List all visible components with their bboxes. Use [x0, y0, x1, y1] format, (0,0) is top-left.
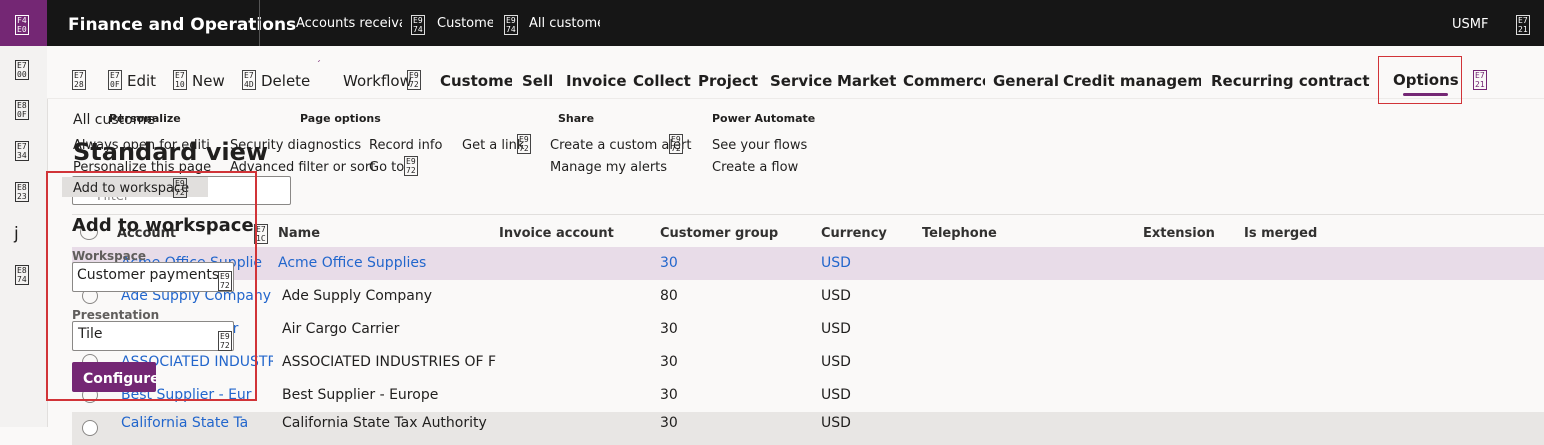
workspaces-icon[interactable]: E8 23 [15, 182, 29, 202]
chevron-down-icon: E9 72 [407, 70, 421, 90]
modules-icon[interactable]: E8 74 [15, 265, 29, 285]
app-launcher-button[interactable]: F4 E0 [0, 0, 47, 46]
customer-group-cell: 30 [660, 321, 678, 337]
chevron-right-icon: E9 74 [411, 15, 425, 35]
tab-credit-management[interactable]: Credit manageme [1063, 72, 1201, 90]
go-to-button[interactable]: Go to [369, 160, 404, 175]
tab-sell[interactable]: Sell [522, 72, 553, 90]
column-header-telephone[interactable]: Telephone [922, 226, 997, 241]
divider [259, 0, 260, 46]
selected-tab-indicator [1403, 93, 1448, 96]
table-row[interactable]: Best Supplier - Eur Best Supplier - Euro… [72, 379, 1544, 412]
customer-group-cell: 30 [660, 415, 678, 431]
chevron-down-icon: E9 72 [404, 156, 418, 176]
column-header-customer-group[interactable]: Customer group [660, 226, 778, 241]
customer-group-cell: 80 [660, 288, 678, 304]
new-icon: E7 10 [173, 70, 187, 90]
account-link[interactable]: California State Ta [121, 415, 251, 431]
app-title[interactable]: Finance and Operations [68, 15, 296, 35]
name-cell: California State Tax Authority [282, 415, 487, 431]
currency-cell: USD [821, 288, 851, 304]
chevron-down-icon: E9 72 [517, 134, 531, 154]
record-info-button[interactable]: Record info [369, 138, 442, 153]
search-icon[interactable]: E7 21 [1473, 70, 1487, 90]
settings-icon[interactable]: E7 21 [1516, 15, 1530, 35]
top-bar: F4 E0 Finance and Operations Accounts rec… [0, 0, 1544, 46]
column-header-currency[interactable]: Currency [821, 226, 887, 241]
group-page-options: Page options [300, 112, 381, 125]
tab-general[interactable]: General [993, 72, 1059, 90]
overflow-mark: ´ [316, 60, 321, 71]
column-header-name[interactable]: Name [278, 226, 320, 241]
breadcrumb-item-1[interactable]: Accounts receival [296, 16, 402, 31]
always-open-for-editing-button[interactable]: Always open for editin [73, 138, 209, 153]
name-cell[interactable]: Acme Office Supplies [278, 255, 426, 271]
table-row[interactable]: California State Ta California State Tax… [72, 412, 1544, 445]
name-cell: ASSOCIATED INDUSTRIES OF F [282, 354, 496, 370]
table-row[interactable]: Air Cargo Carrier Air Cargo Carrier 30 U… [72, 313, 1544, 346]
workflow-button[interactable]: Workflow [343, 72, 412, 90]
tab-commerce[interactable]: Commerce [903, 72, 985, 90]
name-cell: Ade Supply Company [282, 288, 433, 304]
grid-top-divider [72, 214, 1544, 215]
currency-cell: USD [821, 321, 851, 337]
currency-cell: USD [821, 354, 851, 370]
delete-button[interactable]: Delete [261, 72, 310, 90]
row-select-radio[interactable] [82, 420, 98, 436]
favorites-icon[interactable]: E8 0F [15, 100, 29, 120]
tab-projects[interactable]: Projects [698, 72, 758, 90]
breadcrumb-item-2[interactable]: Customer [437, 16, 493, 31]
tab-options-label[interactable]: Options [1393, 71, 1459, 89]
recent-icon[interactable]: E7 34 [15, 141, 29, 161]
manage-alerts-button[interactable]: Manage my alerts [550, 160, 667, 175]
edit-icon: E7 0F [108, 70, 122, 90]
currency-cell[interactable]: USD [821, 255, 851, 271]
home-icon[interactable]: E7 00 [15, 60, 29, 80]
app-launcher-icon: F4 E0 [15, 15, 29, 35]
name-cell: Best Supplier - Europe [282, 387, 439, 403]
currency-cell: USD [821, 415, 851, 431]
tab-invoice[interactable]: Invoice [566, 72, 627, 90]
see-your-flows-button[interactable]: See your flows [712, 138, 807, 153]
create-a-flow-button[interactable]: Create a flow [712, 160, 798, 175]
tab-market[interactable]: Market [837, 72, 896, 90]
customer-group-cell: 30 [660, 354, 678, 370]
name-cell: Air Cargo Carrier [282, 321, 400, 337]
group-share: Share [558, 112, 595, 125]
company-picker[interactable]: USMF [1452, 17, 1488, 32]
table-row[interactable]: Acme Office Supplie Acme Office Supplies… [72, 247, 1544, 280]
chevron-down-icon: E9 72 [669, 134, 683, 154]
column-header-is-merged[interactable]: Is merged [1244, 226, 1317, 241]
column-header-extension[interactable]: Extension [1143, 226, 1215, 241]
j-icon[interactable]: j [14, 224, 19, 244]
group-personalize: Personalize [109, 112, 181, 125]
add-to-workspace-panel [46, 171, 257, 401]
currency-cell: USD [821, 387, 851, 403]
delete-icon: E7 4D [242, 70, 256, 90]
breadcrumb-item-3[interactable]: All custome [529, 16, 600, 31]
new-button[interactable]: New [192, 72, 225, 90]
table-row[interactable]: ASSOCIATED INDUSTR ASSOCIATED INDUSTRIES… [72, 346, 1544, 379]
group-power-automate: Power Automate [712, 112, 816, 125]
customer-group-cell: 30 [660, 387, 678, 403]
tab-service[interactable]: Service [770, 72, 832, 90]
tab-customer[interactable]: Customer [440, 72, 512, 90]
chevron-right-icon: E9 74 [504, 15, 518, 35]
customer-group-cell[interactable]: 30 [660, 255, 678, 271]
edit-button[interactable]: Edit [127, 72, 156, 90]
tab-collect[interactable]: Collect [633, 72, 691, 90]
column-header-invoice-account[interactable]: Invoice account [499, 226, 614, 241]
get-a-link-button[interactable]: Get a link [462, 138, 524, 153]
security-diagnostics-button[interactable]: Security diagnostics [230, 138, 361, 153]
navigation-rail: E7 00 E8 0F E7 34 E8 23 j E8 74 [0, 46, 48, 427]
tab-recurring-contract-billing[interactable]: Recurring contract bil [1211, 72, 1371, 90]
table-row[interactable]: Ade Supply Company Ade Supply Company 80… [72, 280, 1544, 313]
save-icon[interactable]: E7 28 [72, 70, 86, 90]
